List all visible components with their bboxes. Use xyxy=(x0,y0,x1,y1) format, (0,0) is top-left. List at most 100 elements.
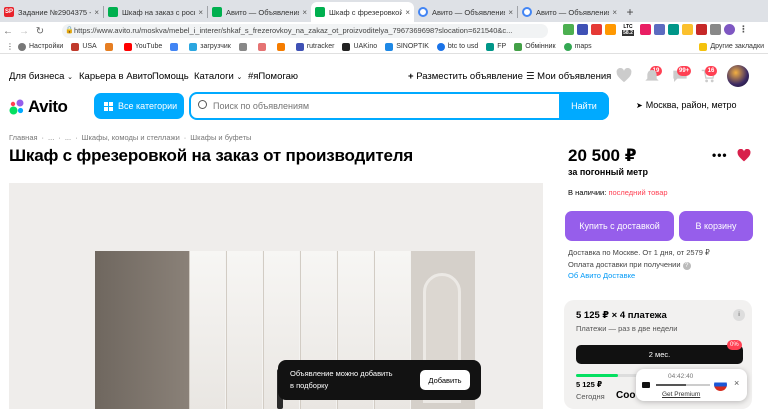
page-title: Шкаф с фрезеровкой на заказ от производи… xyxy=(9,146,414,165)
russia-flag-icon[interactable] xyxy=(714,378,727,391)
bookmark-item[interactable] xyxy=(170,42,181,51)
my-ads-link[interactable]: ☰ Мои объявления xyxy=(526,71,611,82)
search-input[interactable] xyxy=(191,94,561,118)
bookmark-item[interactable] xyxy=(238,42,250,51)
bookmark-label: Обмінник xyxy=(525,43,556,50)
delivery-payment-text: Оплата доставки при получении xyxy=(568,260,681,269)
widget-time: 04:42:40 xyxy=(668,373,694,380)
forward-icon[interactable]: → xyxy=(16,26,32,37)
folder-icon xyxy=(699,42,708,51)
extension-icon[interactable] xyxy=(682,24,693,35)
avito-logo[interactable]: Avito xyxy=(9,97,68,117)
tab-close-icon[interactable]: × xyxy=(198,8,203,17)
breadcrumb-link[interactable]: ... xyxy=(65,133,71,142)
info-icon[interactable]: i xyxy=(733,309,745,321)
tab-close-icon[interactable]: × xyxy=(94,8,99,17)
extension-icon[interactable] xyxy=(696,24,707,35)
bookmark-favicon-icon xyxy=(71,42,80,51)
installment-option-button[interactable]: 2 мес. xyxy=(576,345,743,364)
avatar[interactable] xyxy=(727,65,749,87)
career-link[interactable]: Карьера в Авито xyxy=(79,71,152,82)
browser-tab-active[interactable]: Шкаф с фрезеровкой на...× xyxy=(311,2,414,22)
photo-side-wall xyxy=(95,251,189,409)
ltc-ticker-icon[interactable]: LTC 58.2 xyxy=(619,24,637,36)
bookmark-item[interactable]: загрузчик xyxy=(189,42,231,51)
all-categories-button[interactable]: Все категории xyxy=(94,93,184,119)
bookmark-item[interactable]: Обмінник xyxy=(514,42,556,51)
browser-tab[interactable]: Авито — Объявления н...× xyxy=(414,2,517,22)
extension-icon[interactable] xyxy=(640,24,651,35)
bookmark-item[interactable] xyxy=(257,42,269,51)
tab-title: Авито — Объявления н... xyxy=(226,7,300,17)
profile-icon[interactable] xyxy=(724,24,735,35)
chevron-down-icon: ⌄ xyxy=(236,74,243,81)
bookmark-favicon-icon xyxy=(104,42,113,51)
breadcrumb-link[interactable]: ... xyxy=(48,133,54,142)
nav-label: Мои объявления xyxy=(537,71,612,82)
extension-icon[interactable] xyxy=(668,24,679,35)
tab-bar: SPЗадание №2904375 - ...× Шкаф на заказ … xyxy=(0,0,768,22)
bookmark-label: rutracker xyxy=(306,43,335,50)
google-icon xyxy=(436,42,445,51)
bookmark-folder[interactable]: Другие закладки xyxy=(699,42,764,51)
help-link[interactable]: Помощь xyxy=(152,71,189,82)
catalogs-link[interactable]: Каталоги ⌄ xyxy=(194,71,242,82)
toast-add-button[interactable]: Добавить xyxy=(420,370,470,390)
avito-delivery-link[interactable]: Об Авито Доставке xyxy=(568,271,635,280)
find-button[interactable]: Найти xyxy=(559,92,609,120)
info-icon[interactable]: ? xyxy=(682,262,691,270)
heart-icon[interactable] xyxy=(616,68,632,83)
location-selector[interactable]: ➤ Москва, район, метро xyxy=(636,100,736,110)
location-text: Москва, район, метро xyxy=(645,100,737,110)
browser-tab[interactable]: Авито — Объявления н...× xyxy=(518,2,621,22)
reload-icon[interactable]: ↻ xyxy=(32,26,48,37)
extension-icon[interactable] xyxy=(563,24,574,35)
url-field[interactable]: 🔒 https://www.avito.ru/moskva/mebel_i_in… xyxy=(62,24,548,38)
hashtag-link[interactable]: #яПомогаю xyxy=(248,71,298,82)
bookmark-label: загрузчик xyxy=(200,43,231,50)
post-ad-link[interactable]: + Разместить объявление xyxy=(408,71,523,82)
apps-grid-icon[interactable]: ⋮ xyxy=(6,42,14,51)
breadcrumb-link[interactable]: Главная xyxy=(9,133,38,142)
buy-with-delivery-button[interactable]: Купить с доставкой xyxy=(565,211,674,241)
bookmark-item[interactable]: UAKino xyxy=(342,42,377,51)
tab-close-icon[interactable]: × xyxy=(612,8,617,17)
more-options-icon[interactable]: ••• xyxy=(712,148,728,162)
breadcrumb-link[interactable]: Шкафы, комоды и стеллажи xyxy=(82,133,180,142)
get-premium-link[interactable]: Get Premium xyxy=(662,391,700,398)
bookmark-item[interactable] xyxy=(104,42,116,51)
back-icon[interactable]: ← xyxy=(0,26,16,37)
breadcrumb-link[interactable]: Шкафы и буфеты xyxy=(190,133,251,142)
tab-close-icon[interactable]: × xyxy=(405,8,410,17)
bookmark-item[interactable]: btc to usd xyxy=(436,42,478,51)
bell-icon[interactable] xyxy=(644,69,660,83)
extension-icon[interactable] xyxy=(654,24,665,35)
bookmark-item[interactable]: FP xyxy=(486,42,506,51)
browser-tab[interactable]: Авито — Объявления н...× xyxy=(208,2,311,22)
new-tab-button[interactable]: + xyxy=(621,2,639,22)
add-to-cart-button[interactable]: В корзину xyxy=(679,211,753,241)
bookmark-item[interactable]: YouTube xyxy=(123,42,162,51)
price: 20 500 ₽ xyxy=(568,146,637,165)
favorite-heart-icon[interactable] xyxy=(737,149,751,162)
widget-close-icon[interactable]: × xyxy=(734,378,739,388)
bookmark-item[interactable]: SINOPTIK xyxy=(385,42,429,51)
browser-tab[interactable]: Шкаф на заказ с роско...× xyxy=(104,2,207,22)
browser-tab[interactable]: SP Задание №2904375 - ...× xyxy=(0,2,103,22)
tab-title: Шкаф с фрезеровкой на... xyxy=(329,7,403,17)
tab-close-icon[interactable]: × xyxy=(302,8,307,17)
tab-favicon-icon xyxy=(108,7,118,17)
puzzle-icon[interactable] xyxy=(710,24,721,35)
for-business-link[interactable]: Для бизнеса ⌄ xyxy=(9,71,73,82)
extension-icon[interactable] xyxy=(605,24,616,35)
bookmark-item[interactable]: maps xyxy=(563,42,592,51)
menu-dots-icon[interactable]: ⋮ xyxy=(738,24,749,35)
bookmark-item[interactable]: rutracker xyxy=(295,42,335,51)
tab-close-icon[interactable]: × xyxy=(508,8,513,17)
extension-icon[interactable] xyxy=(591,24,602,35)
bookmark-item[interactable]: Настройки xyxy=(18,42,63,51)
availability-label: В наличии: xyxy=(568,188,607,197)
bookmark-item[interactable]: USA xyxy=(71,42,97,51)
extension-icon[interactable] xyxy=(577,24,588,35)
bookmark-item[interactable] xyxy=(276,42,288,51)
